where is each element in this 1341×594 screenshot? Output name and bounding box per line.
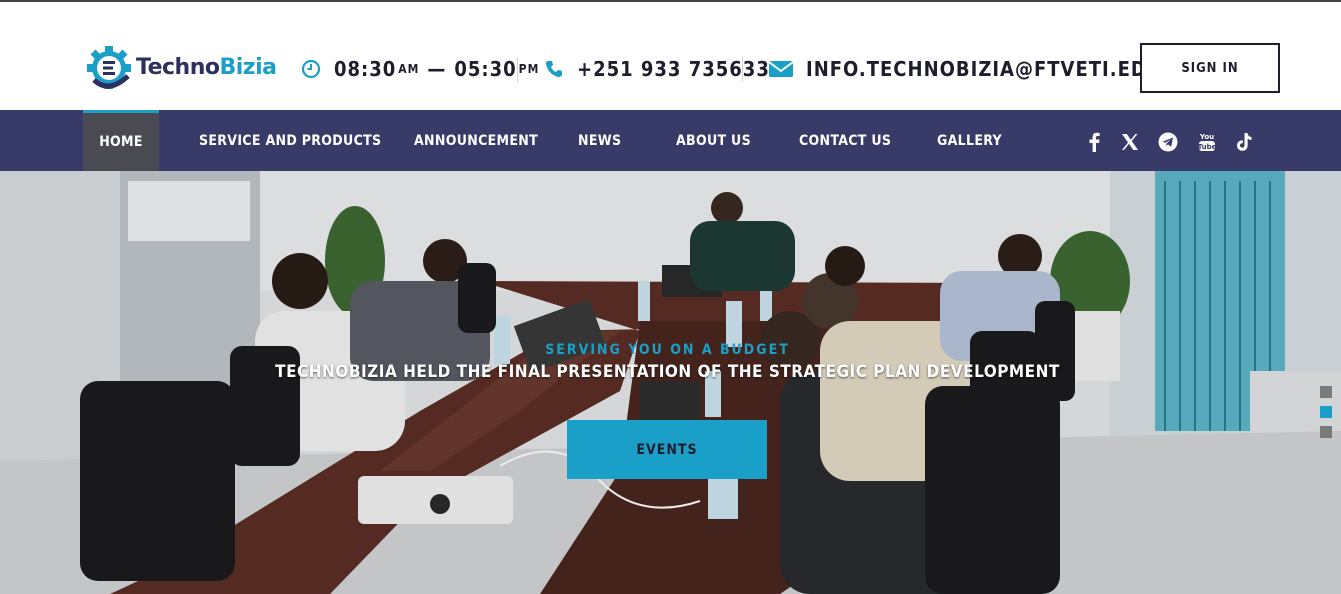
nav-item-service-and-products[interactable]: SERVICE AND PRODUCTS bbox=[199, 110, 381, 171]
tiktok-icon[interactable] bbox=[1233, 131, 1255, 153]
envelope-icon bbox=[768, 58, 794, 80]
nav-item-announcement[interactable]: ANNOUNCEMENT bbox=[414, 110, 538, 171]
hours-close-suffix: PM bbox=[518, 62, 540, 76]
site-header: TechnoBizia 08:30 AM — 05:30 PM +251 933 7… bbox=[0, 2, 1341, 110]
svg-text:You: You bbox=[1199, 133, 1214, 141]
events-button[interactable]: EVENTS bbox=[567, 420, 767, 479]
hours-dash: — bbox=[427, 57, 447, 81]
telegram-icon[interactable] bbox=[1157, 131, 1179, 153]
hours-close: 05:30 bbox=[454, 57, 517, 81]
email-contact[interactable]: INFO.TECHNOBIZIA@FTVETI.EDU.ET bbox=[768, 54, 1197, 84]
svg-text:Tube: Tube bbox=[1198, 143, 1216, 151]
hours-open-suffix: AM bbox=[398, 62, 420, 76]
hero-kicker: SERVING YOU ON A BUDGET bbox=[545, 342, 790, 358]
hours-open: 08:30 bbox=[334, 57, 397, 81]
email-address: INFO.TECHNOBIZIA@FTVETI.EDU.ET bbox=[806, 57, 1197, 81]
slider-dot-2[interactable] bbox=[1320, 406, 1332, 418]
phone-number: +251 933 735633 bbox=[577, 57, 770, 81]
nav-item-gallery[interactable]: GALLERY bbox=[937, 110, 1002, 171]
nav-item-home[interactable]: HOME bbox=[83, 110, 159, 171]
x-icon[interactable] bbox=[1119, 131, 1141, 153]
slider-dot-1[interactable] bbox=[1320, 386, 1332, 398]
header-divider bbox=[742, 58, 743, 82]
facebook-icon[interactable] bbox=[1083, 131, 1105, 153]
logo-text-bizia: Bizia bbox=[219, 54, 278, 80]
nav-item-contact-us[interactable]: CONTACT US bbox=[799, 110, 891, 171]
phone-icon bbox=[543, 58, 565, 80]
site-logo[interactable]: TechnoBizia bbox=[84, 42, 277, 92]
nav-item-news[interactable]: NEWS bbox=[578, 110, 621, 171]
logo-wordmark: TechnoBizia bbox=[136, 55, 277, 80]
header-divider bbox=[517, 58, 518, 82]
hero-slider: SERVING YOU ON A BUDGET TECHNOBIZIA HELD… bbox=[0, 171, 1341, 594]
phone-contact[interactable]: +251 933 735633 bbox=[543, 54, 770, 84]
opening-hours: 08:30 AM — 05:30 PM bbox=[300, 54, 539, 84]
logo-text-techno: Techno bbox=[136, 54, 220, 80]
slider-dot-3[interactable] bbox=[1320, 426, 1332, 438]
clock-icon bbox=[300, 58, 322, 80]
sign-in-button[interactable]: SIGN IN bbox=[1140, 43, 1280, 93]
nav-item-about-us[interactable]: ABOUT US bbox=[676, 110, 751, 171]
hero-headline: TECHNOBIZIA HELD THE FINAL PRESENTATION … bbox=[275, 362, 1060, 382]
hero-background-image bbox=[0, 171, 1341, 594]
youtube-icon[interactable]: You Tube bbox=[1196, 131, 1218, 153]
logo-gear-icon bbox=[84, 42, 134, 92]
